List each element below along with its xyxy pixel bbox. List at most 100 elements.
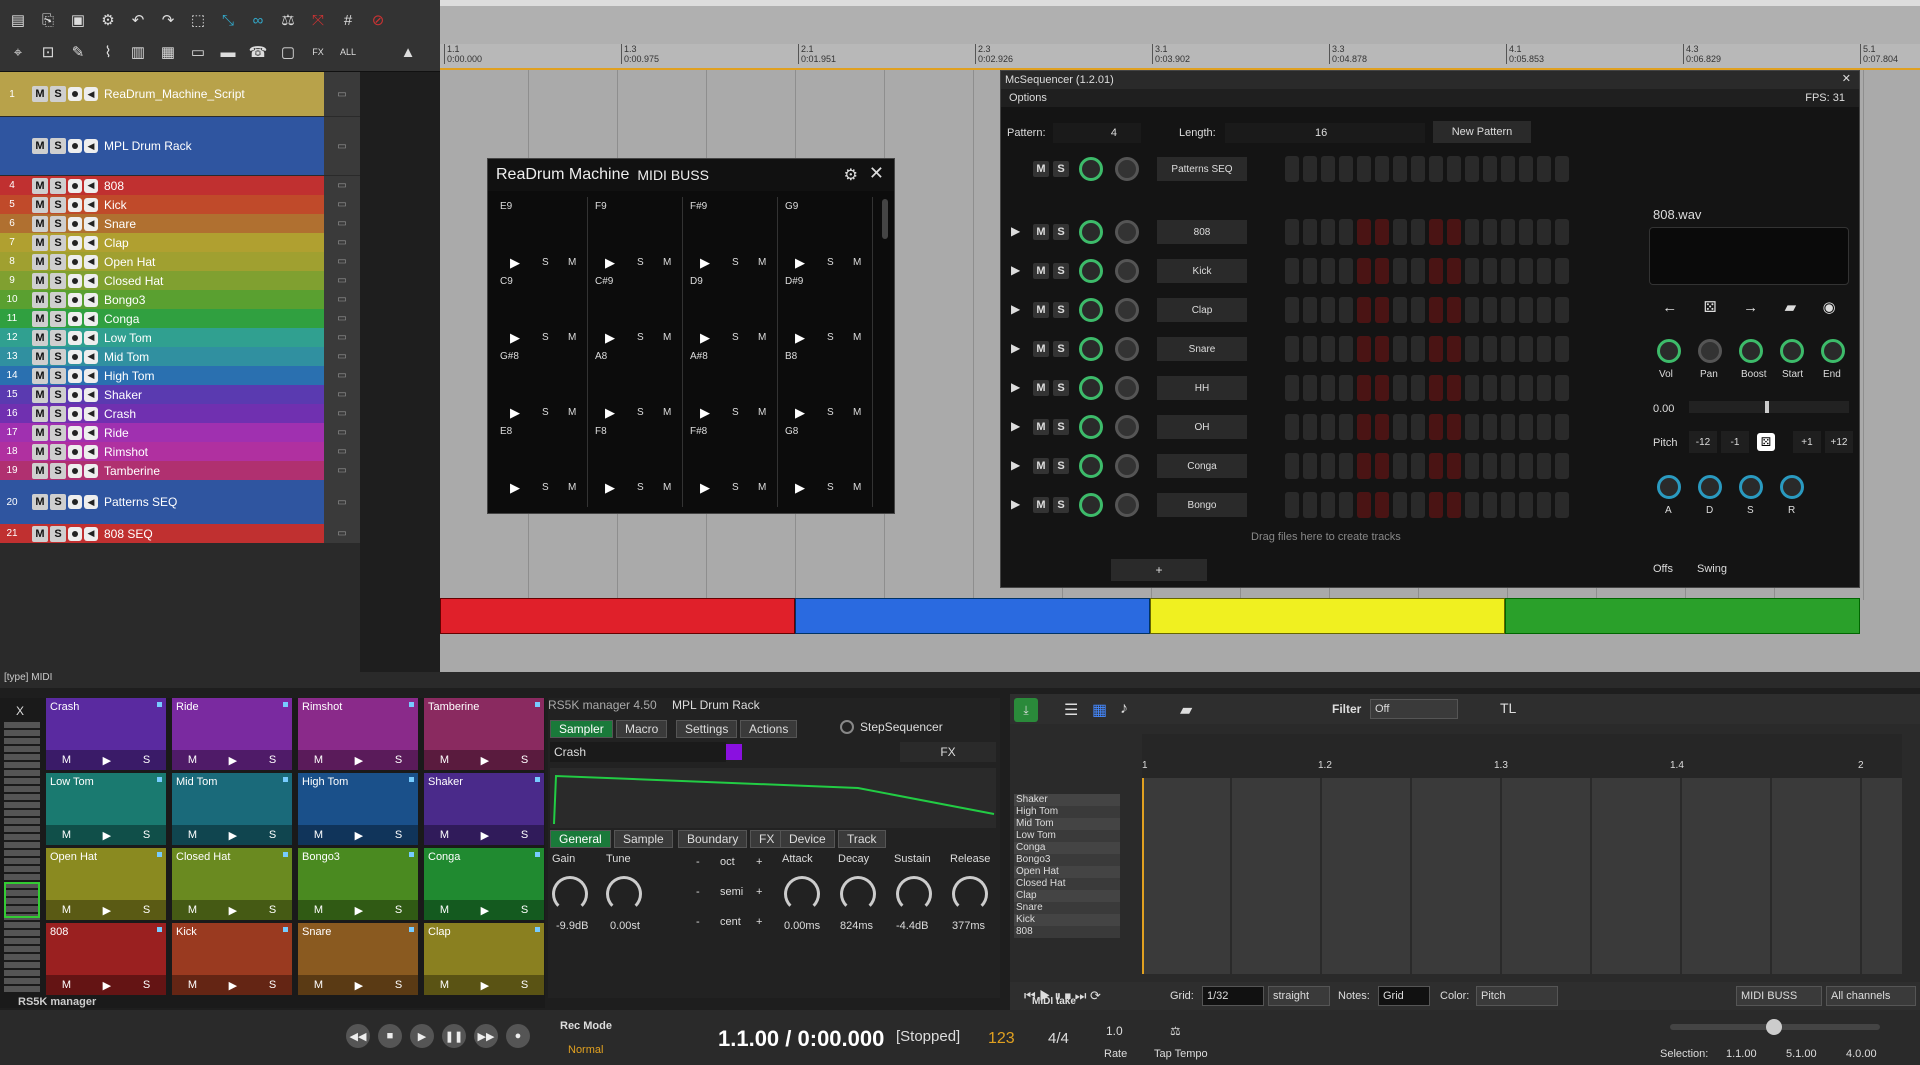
- track-row[interactable]: 4 M S ◀ 808 ▭: [0, 176, 360, 195]
- position-display[interactable]: 1.1.00 / 0:00.000: [718, 1026, 884, 1052]
- play-icon[interactable]: ▶: [510, 330, 520, 346]
- solo-button[interactable]: S: [50, 494, 66, 510]
- track-header[interactable]: M S ◀ Patterns SEQ: [24, 480, 346, 524]
- track-header[interactable]: M S ◀ Closed Hat: [24, 271, 346, 290]
- step-cell[interactable]: [1537, 219, 1551, 245]
- pad-solo[interactable]: S: [827, 332, 834, 343]
- step-cell[interactable]: [1501, 336, 1515, 362]
- track-header[interactable]: M S ◀ Low Tom: [24, 328, 346, 347]
- record-arm-button[interactable]: [68, 311, 82, 326]
- param-knob[interactable]: [552, 876, 588, 912]
- play-icon[interactable]: ▶: [103, 979, 111, 992]
- midi-note-row[interactable]: High Tom: [1014, 806, 1120, 818]
- random-icon[interactable]: ⚄: [1704, 298, 1717, 316]
- track-name[interactable]: Mid Tom: [104, 350, 149, 364]
- play-icon[interactable]: ▶: [355, 754, 363, 767]
- midi-ruler[interactable]: 1 1.2 1.3 1.4 2: [1142, 734, 1902, 778]
- midi-note-row[interactable]: Kick: [1014, 914, 1120, 926]
- sample-waveform[interactable]: [550, 768, 996, 828]
- step-cell[interactable]: [1537, 375, 1551, 401]
- speaker-icon[interactable]: ◀: [84, 87, 98, 101]
- step-cell[interactable]: [1555, 156, 1569, 182]
- channels-select[interactable]: All channels: [1826, 986, 1916, 1006]
- track-name[interactable]: Closed Hat: [104, 274, 163, 288]
- expand-icon[interactable]: ▶: [1011, 380, 1020, 394]
- step-cell[interactable]: [1321, 375, 1335, 401]
- play-icon[interactable]: ▶: [355, 979, 363, 992]
- fx-icon[interactable]: FX: [306, 40, 330, 64]
- step-cell[interactable]: [1357, 297, 1371, 323]
- step-cell[interactable]: [1375, 297, 1389, 323]
- solo-button[interactable]: S: [50, 405, 66, 422]
- rs5k-subtab[interactable]: Boundary: [678, 830, 748, 848]
- track-header[interactable]: M S ◀ 808 SEQ: [24, 524, 346, 543]
- play-icon[interactable]: ▶: [355, 829, 363, 842]
- pad-mute[interactable]: M: [758, 482, 766, 493]
- length-field[interactable]: 16: [1225, 123, 1425, 143]
- solo-button[interactable]: S: [50, 291, 66, 308]
- seq-volume-knob[interactable]: [1079, 337, 1103, 361]
- play-icon[interactable]: ▶: [795, 330, 805, 346]
- grid-select[interactable]: 1/32: [1202, 986, 1264, 1006]
- solo-button[interactable]: S: [50, 234, 66, 251]
- mute-button[interactable]: M: [32, 272, 48, 289]
- midi-note-row[interactable]: Bongo3: [1014, 854, 1120, 866]
- pad-mute[interactable]: M: [853, 257, 861, 268]
- env-knob[interactable]: [896, 876, 932, 912]
- env-knob[interactable]: [952, 876, 988, 912]
- rs5k-pad[interactable]: Crash M ▶ S: [46, 698, 166, 770]
- rs5k-pad[interactable]: Bongo3 M ▶ S: [298, 848, 418, 920]
- pad-color-swatch[interactable]: [726, 744, 742, 760]
- track-row[interactable]: 11 M S ◀ Conga ▭: [0, 309, 360, 328]
- step-cell[interactable]: [1411, 156, 1425, 182]
- step-cell[interactable]: [1339, 453, 1353, 479]
- rs5k-pad[interactable]: Kick M ▶ S: [172, 923, 292, 995]
- step-cell[interactable]: [1555, 414, 1569, 440]
- step-cell[interactable]: [1465, 297, 1479, 323]
- step-cell[interactable]: [1501, 297, 1515, 323]
- play-icon[interactable]: ▶: [510, 480, 520, 496]
- seq-pan-knob[interactable]: [1115, 259, 1139, 283]
- pattern-field[interactable]: 4: [1053, 123, 1141, 143]
- track-name[interactable]: 808: [104, 179, 124, 193]
- rs5k-pad-mute[interactable]: M: [62, 979, 71, 991]
- seq-solo[interactable]: S: [1053, 458, 1069, 474]
- step-minus[interactable]: -: [696, 916, 700, 928]
- track-name[interactable]: Low Tom: [104, 331, 152, 345]
- track-header[interactable]: M S ◀ Mid Tom: [24, 347, 346, 366]
- record-arm-button[interactable]: [68, 495, 82, 509]
- grid-icon[interactable]: #: [336, 8, 360, 32]
- step-cell[interactable]: [1357, 492, 1371, 518]
- play-icon[interactable]: ▶: [229, 904, 237, 917]
- track-header[interactable]: M S ◀ Ride: [24, 423, 346, 442]
- mute-button[interactable]: M: [32, 525, 48, 542]
- step-cell[interactable]: [1483, 156, 1497, 182]
- step-cell[interactable]: [1555, 492, 1569, 518]
- track-header[interactable]: M S ◀ 808: [24, 176, 346, 195]
- step-cell[interactable]: [1501, 156, 1515, 182]
- seq-volume-knob[interactable]: [1079, 157, 1103, 181]
- solo-button[interactable]: S: [50, 215, 66, 232]
- speaker-icon[interactable]: ◀: [84, 292, 98, 307]
- step-cell[interactable]: [1447, 414, 1461, 440]
- pad-solo[interactable]: S: [542, 407, 549, 418]
- pad-mute[interactable]: M: [853, 332, 861, 343]
- step-cell[interactable]: [1339, 336, 1353, 362]
- adsr-knob[interactable]: [1657, 475, 1681, 499]
- step-cell[interactable]: [1447, 258, 1461, 284]
- add-track-button[interactable]: +: [1111, 559, 1207, 581]
- track-header[interactable]: M S ◀ Conga: [24, 309, 346, 328]
- rs5k-pad-mute[interactable]: M: [188, 979, 197, 991]
- step-cell[interactable]: [1375, 258, 1389, 284]
- track-row[interactable]: 12 M S ◀ Low Tom ▭: [0, 328, 360, 347]
- rs5k-pad-mute[interactable]: M: [440, 904, 449, 916]
- play-icon[interactable]: ▶: [700, 480, 710, 496]
- timeline-ruler[interactable]: 1.1 0:00.000 1.3 0:00.975 2.1 0:01.951 2.3 0:02…: [440, 44, 1920, 70]
- step-cell[interactable]: [1519, 375, 1533, 401]
- arrange-scrollbar[interactable]: [440, 672, 1920, 688]
- step-cell[interactable]: [1303, 297, 1317, 323]
- play-icon[interactable]: ▶: [605, 330, 615, 346]
- seq-pan-knob[interactable]: [1115, 337, 1139, 361]
- play-icon[interactable]: ▶: [795, 405, 805, 421]
- play-icon[interactable]: ▶: [795, 480, 805, 496]
